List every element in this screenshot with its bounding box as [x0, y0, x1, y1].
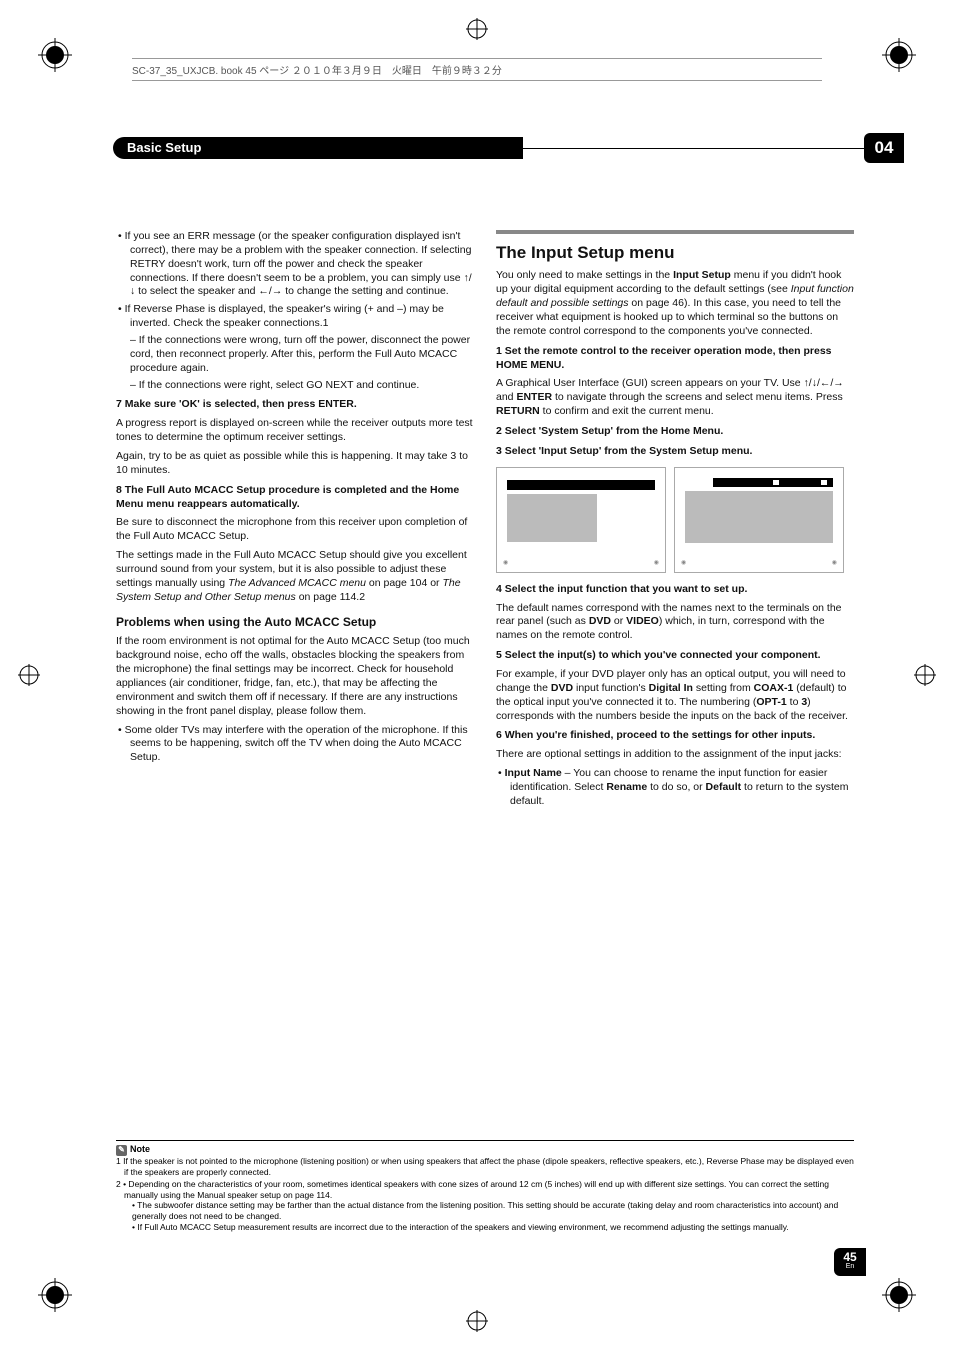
page-number: 45 En: [834, 1248, 866, 1276]
gui-screenshots: ◉◉ ◉◉: [496, 467, 854, 573]
body-bullet: If Reverse Phase is displayed, the speak…: [130, 303, 474, 392]
book-header-line: SC-37_35_UXJCB. book 45 ページ ２０１０年３月９日 火曜…: [132, 58, 822, 81]
chapter-bar: Basic Setup 04: [113, 137, 864, 159]
subheading: Problems when using the Auto MCACC Setup: [116, 615, 474, 631]
crop-mark-icon: [38, 38, 72, 72]
crop-mark-icon: [914, 664, 936, 686]
body-text: Be sure to disconnect the microphone fro…: [116, 516, 474, 544]
body-bullet: Some older TVs may interfere with the op…: [130, 724, 474, 766]
body-text: A progress report is displayed on-screen…: [116, 417, 474, 445]
body-bullet: If you see an ERR message (or the speake…: [130, 230, 474, 299]
footnote: • Depending on the characteristics of yo…: [124, 1179, 854, 1233]
chapter-rule: [523, 148, 864, 149]
section-heading: The Input Setup menu: [496, 242, 854, 264]
crop-mark-icon: [18, 664, 40, 686]
body-bullet: Input Name – You can choose to rename th…: [510, 767, 854, 809]
body-subline: – If the connections were right, select …: [130, 379, 474, 393]
note-icon: ✎: [116, 1145, 127, 1156]
step-heading: 6 When you're finished, proceed to the s…: [496, 729, 854, 743]
step-heading: 3 Select 'Input Setup' from the System S…: [496, 445, 854, 459]
body-content: If you see an ERR message (or the speake…: [116, 230, 854, 1230]
body-subline: – If the connections were wrong, turn of…: [130, 334, 474, 376]
crop-mark-icon: [466, 18, 488, 40]
step-heading: 2 Select 'System Setup' from the Home Me…: [496, 425, 854, 439]
gui-screenshot: ◉◉: [674, 467, 844, 573]
chapter-title: Basic Setup: [113, 137, 523, 159]
step-heading: 4 Select the input function that you wan…: [496, 583, 854, 597]
body-text: There are optional settings in addition …: [496, 748, 854, 762]
body-text: For example, if your DVD player only has…: [496, 668, 854, 723]
footnote: If the speaker is not pointed to the mic…: [124, 1156, 854, 1178]
note-label: ✎ Note: [116, 1144, 154, 1156]
step-heading: 7 Make sure 'OK' is selected, then press…: [116, 398, 474, 412]
heading-accent: [496, 230, 854, 234]
body-text: A Graphical User Interface (GUI) screen …: [496, 377, 854, 419]
crop-mark-icon: [38, 1278, 72, 1312]
footnote-sub: • If Full Auto MCACC Setup measurement r…: [132, 1222, 854, 1233]
body-text: If the room environment is not optimal f…: [116, 635, 474, 718]
crop-mark-icon: [882, 38, 916, 72]
body-text: The default names correspond with the na…: [496, 602, 854, 644]
gui-screenshot: ◉◉: [496, 467, 666, 573]
footnote-section: ✎ Note If the speaker is not pointed to …: [116, 1140, 854, 1234]
step-heading: 1 Set the remote control to the receiver…: [496, 345, 854, 373]
body-text: You only need to make settings in the In…: [496, 269, 854, 338]
step-heading: 5 Select the input(s) to which you've co…: [496, 649, 854, 663]
chapter-number: 04: [864, 133, 904, 163]
footnote-sub: • The subwoofer distance setting may be …: [132, 1200, 854, 1222]
crop-mark-icon: [882, 1278, 916, 1312]
body-text: The settings made in the Full Auto MCACC…: [116, 549, 474, 604]
crop-mark-icon: [466, 1310, 488, 1332]
body-text: Again, try to be as quiet as possible wh…: [116, 450, 474, 478]
step-heading: 8 The Full Auto MCACC Setup procedure is…: [116, 484, 474, 512]
